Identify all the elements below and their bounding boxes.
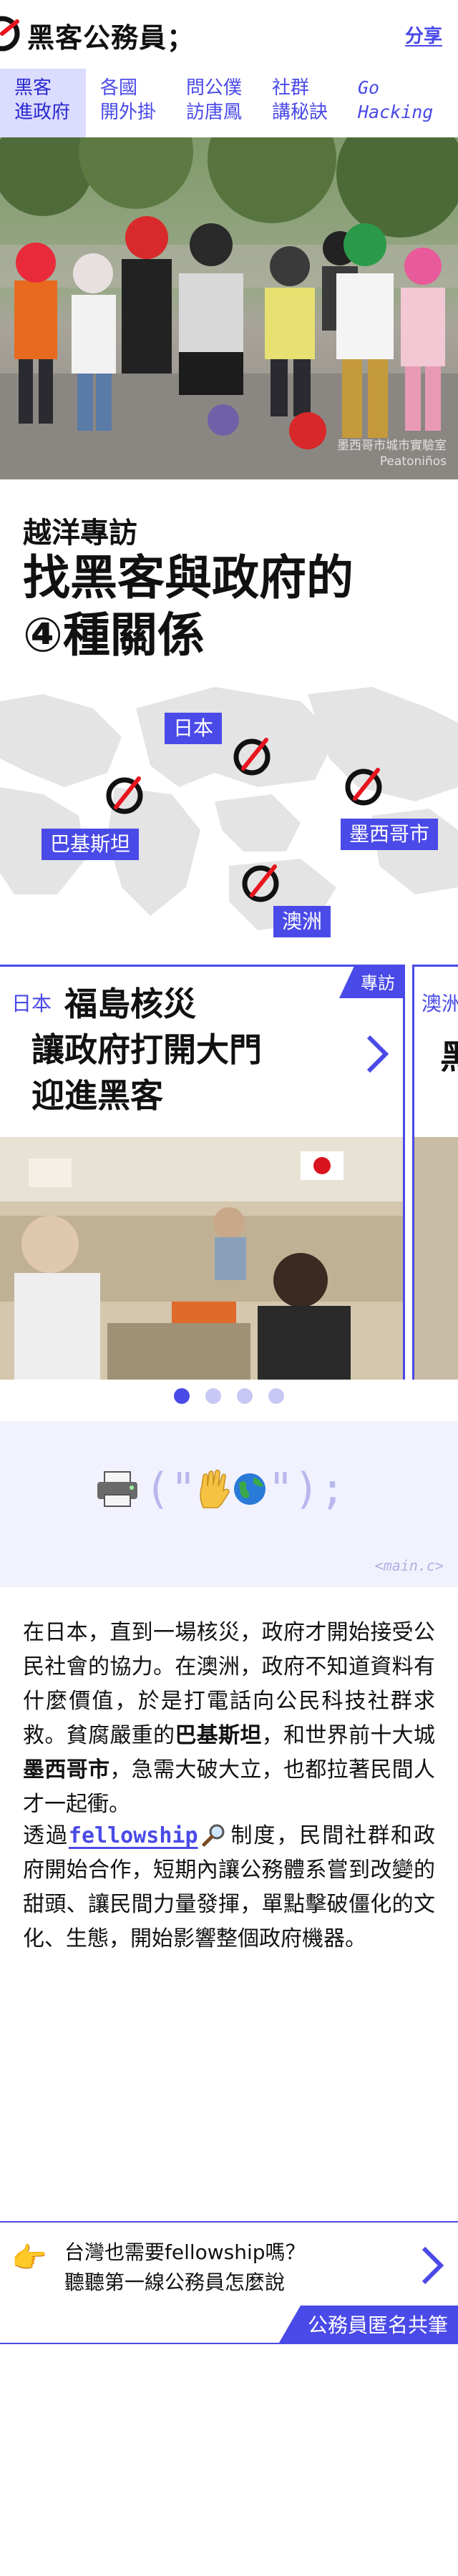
site-title[interactable]: 黑客公務員； [27,16,195,55]
hero-credit-line1: 墨西哥市城市實驗室 [337,439,447,453]
carousel-dot[interactable] [205,1388,221,1404]
story-card[interactable]: 專訪 日本 福島核災 讓政府打開大門 迎進黑客 [0,965,405,1380]
code-decoration-strip: (" "); <main.c> [0,1421,458,1587]
carousel-dot[interactable] [174,1388,190,1404]
magnifier-icon[interactable] [201,1823,227,1847]
chevron-right-icon[interactable] [419,2244,445,2287]
nav-item-label-line1: 各國 [100,77,138,99]
hero-credit-line2: Peatoniños [379,454,447,469]
story-carousel: 專訪 日本 福島核災 讓政府打開大門 迎進黑客 澳洲 黑 [0,965,458,1380]
nav-item-go-hacking[interactable]: Go Hacking [344,69,458,137]
main-nav: 黑客 進政府 各國 開外掛 問公僕 訪唐鳳 社群 講秘訣 Go Hacking [0,69,458,139]
code-prefix: (" [145,1464,197,1514]
world-map: 日本 巴基斯坦 墨西哥市 澳洲 [0,680,458,952]
p2-text: 透過 [23,1823,69,1848]
story-card-next-photo [414,1137,458,1380]
story-card-photo [0,1137,403,1380]
headline-line1: 找黑客與政府的 [23,550,354,605]
nav-item-label-line2: 講秘訣 [272,102,328,123]
raised-hand-icon [200,1469,230,1508]
site-logo-icon[interactable] [0,14,21,53]
map-label-mexico[interactable]: 墨西哥市 [341,819,439,850]
p1-text: ，和世界前十大城 [261,1723,436,1748]
story-card-title-line2: 讓政府打開大門 [31,1030,262,1069]
map-label-australia[interactable]: 澳洲 [273,906,331,937]
story-card-title: 福島核災 讓政府打開大門 迎進黑客 [31,981,336,1118]
code-footer-label: <main.c> [374,1557,444,1574]
nav-item-interview[interactable]: 問公僕 訪唐鳳 [172,69,258,137]
hero-photo-credit: 墨西哥市城市實驗室 Peatoniños [337,438,447,469]
map-label-japan[interactable]: 日本 [165,713,223,744]
nav-item-label-line1: 黑客 [14,77,52,99]
story-card-next-title: 黑 [440,1038,458,1076]
carousel-dot[interactable] [268,1388,284,1404]
chevron-right-icon[interactable] [364,1033,390,1075]
top-bar: 黑客公務員； 分享 [0,0,458,70]
p1-emphasis-pakistan: 巴基斯坦 [175,1723,262,1748]
story-card-country: 日本 [11,992,52,1015]
headline-line2: ④種關係 [23,608,205,663]
p1-emphasis-mexico: 墨西哥市 [23,1757,110,1782]
share-button[interactable]: 分享 [405,21,442,48]
hero-illustration [0,137,458,479]
code-suffix: "); [268,1464,346,1514]
story-card-title-line3: 迎進黑客 [31,1076,163,1115]
cta-box[interactable]: 👉 台灣也需要fellowship嗎？ 聽聽第一線公務員怎麼說 公務員匿名共筆 [0,2221,458,2344]
cta-tag[interactable]: 公務員匿名共筆 [278,2306,458,2343]
carousel-pagination [0,1388,458,1404]
hero-photo: 墨西哥市城市實驗室 Peatoniños [0,137,458,479]
story-card-photo-illustration [0,1137,403,1380]
nav-item-label-line2: Hacking [358,102,434,122]
code-line: (" "); [94,1464,346,1514]
cta-line2: 聽聽第一線公務員怎麼說 [64,2270,286,2294]
nav-item-label-line2: 開外掛 [100,102,157,123]
nav-item-community[interactable]: 社群 講秘訣 [258,69,344,137]
nav-item-label-line2: 訪唐鳳 [186,102,243,123]
printer-icon [97,1471,137,1507]
fellowship-link[interactable]: fellowship [69,1823,198,1848]
story-card-next-country: 澳洲 [422,992,458,1015]
story-card-badge: 專訪 [339,965,405,998]
article-kicker: 越洋專訪 [23,517,137,550]
cta-line1: 台灣也需要fellowship嗎？ [64,2240,306,2264]
globe-icon [234,1473,266,1505]
nav-item-label-line2: 進政府 [14,102,71,123]
nav-item-label-line1: 問公僕 [186,77,243,99]
carousel-dot[interactable] [237,1388,253,1404]
map-label-pakistan[interactable]: 巴基斯坦 [42,829,140,860]
article-headline: 找黑客與政府的 ④種關係 [23,550,438,664]
nav-item-label-line1: Go [358,77,380,98]
story-card-title-line1: 福島核災 [64,985,196,1023]
pointing-hand-icon: 👉 [11,2242,47,2275]
story-card-next[interactable]: 澳洲 黑 [412,965,458,1380]
nav-item-hackers-in-government[interactable]: 黑客 進政府 [0,69,86,137]
nav-item-label-line1: 社群 [272,77,310,99]
world-map-illustration [0,687,458,930]
body-paragraph: 在日本，直到一場核災，政府才開始接受公民社會的協力。在澳洲，政府不知道資料有什麼… [23,1616,435,1822]
body-paragraph: 透過fellowship 制度，民間社群和政府開始合作，短期內讓公務體系嘗到改變… [23,1819,435,1956]
nav-item-countries[interactable]: 各國 開外掛 [86,69,172,137]
